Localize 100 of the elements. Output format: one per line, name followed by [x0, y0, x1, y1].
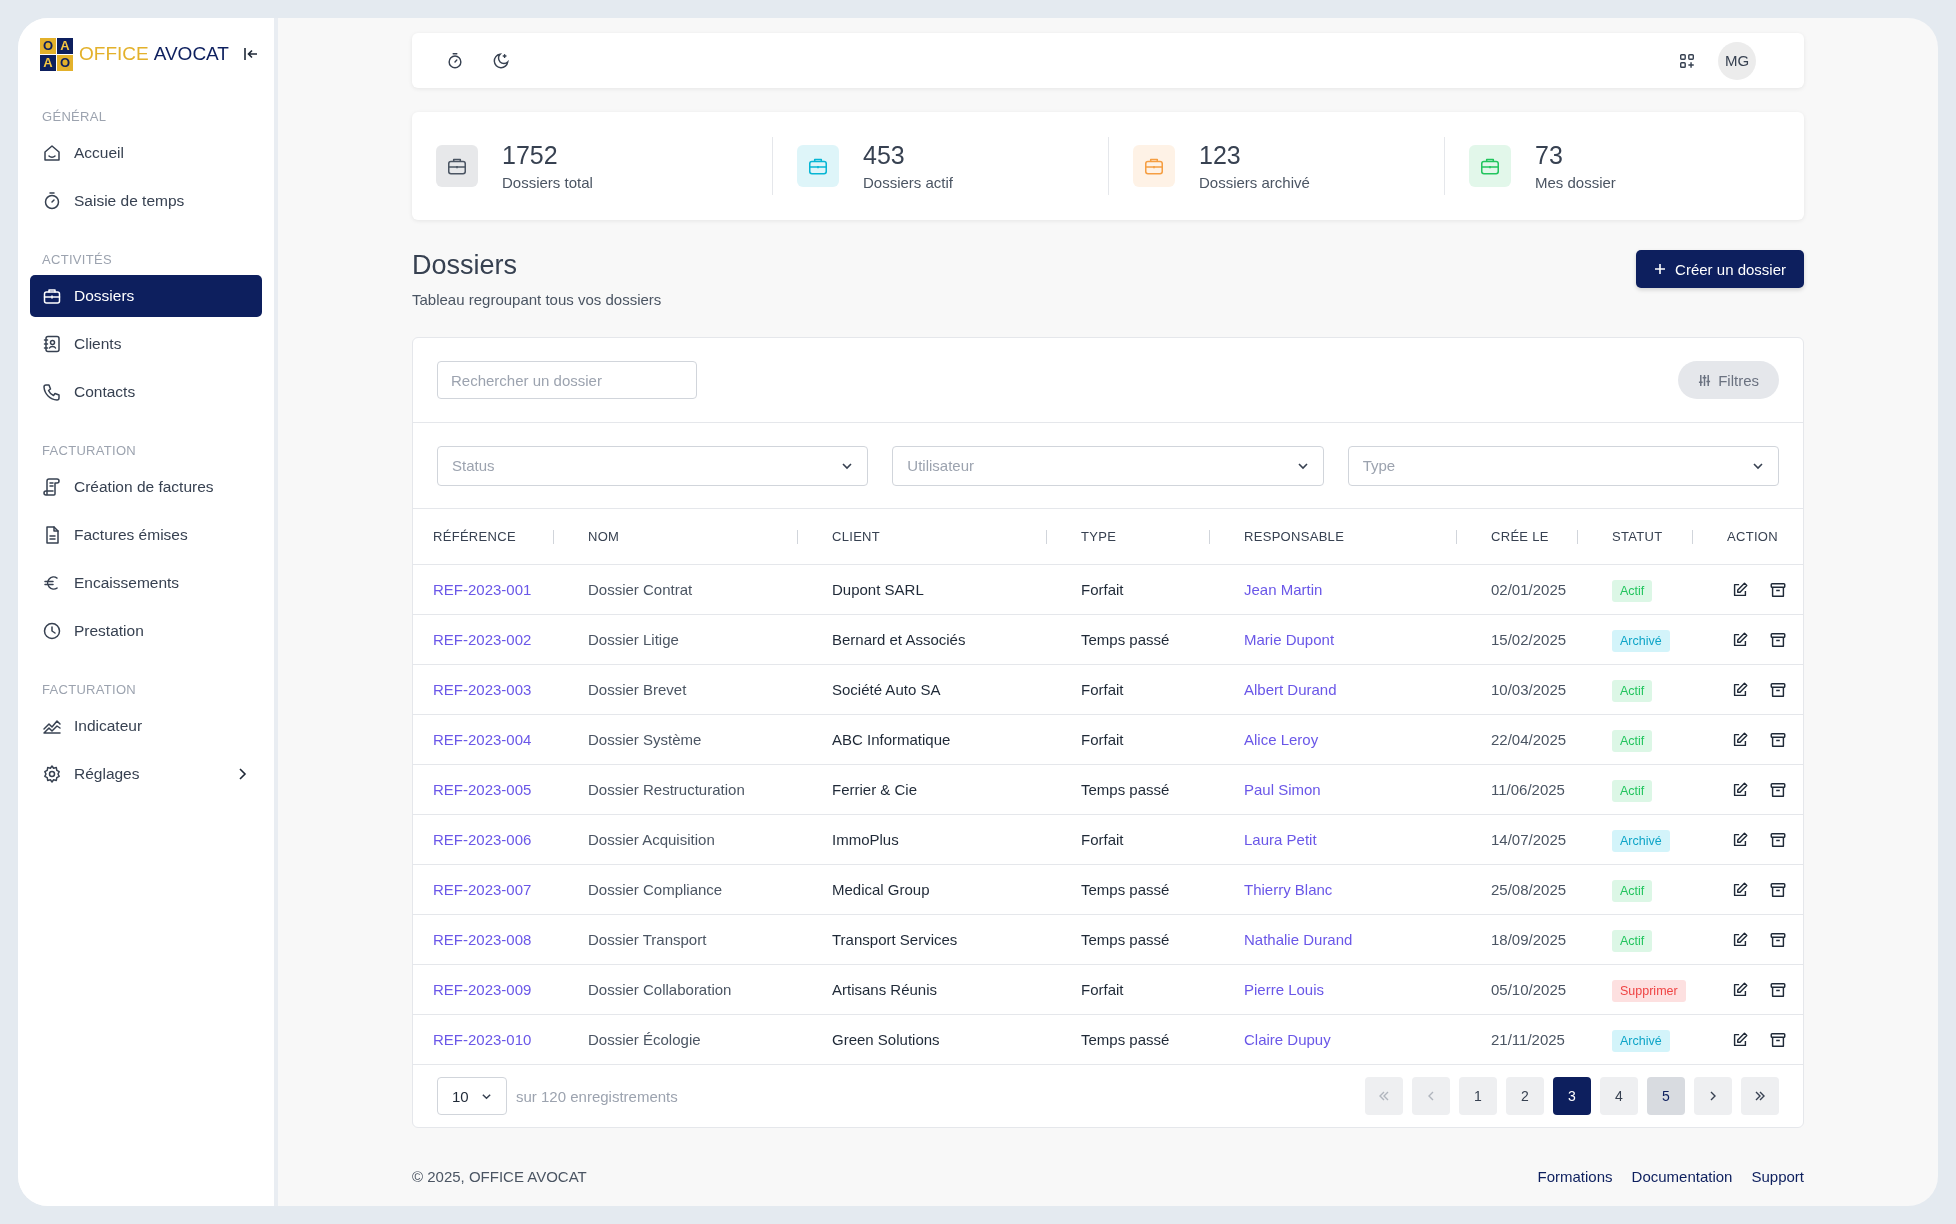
sidebar-item[interactable]: Indicateur — [30, 705, 262, 747]
sidebar-item[interactable]: Clients — [30, 323, 262, 365]
page-button[interactable]: 5 — [1647, 1077, 1685, 1115]
reference-link[interactable]: REF-2023-002 — [433, 631, 532, 648]
archive-icon[interactable] — [1769, 980, 1787, 999]
reference-link[interactable]: REF-2023-006 — [433, 831, 532, 848]
reference-link[interactable]: REF-2023-001 — [433, 581, 532, 598]
sidebar-item[interactable]: Factures émises — [30, 514, 262, 556]
logo-word: OFFICE — [79, 43, 149, 65]
table-cell: ImmoPlus — [832, 831, 899, 848]
responsable-link[interactable]: Laura Petit — [1244, 831, 1317, 848]
column-header: RESPONSABLE — [1244, 529, 1345, 544]
edit-icon[interactable] — [1731, 730, 1749, 749]
archive-icon[interactable] — [1769, 680, 1787, 699]
archive-icon[interactable] — [1769, 630, 1787, 649]
stopwatch-icon[interactable] — [446, 51, 464, 70]
table-cell: 10/03/2025 — [1491, 681, 1567, 698]
reference-link[interactable]: REF-2023-004 — [433, 731, 532, 748]
responsable-link[interactable]: Paul Simon — [1244, 781, 1321, 798]
responsable-link[interactable]: Jean Martin — [1244, 581, 1323, 598]
responsable-link[interactable]: Marie Dupont — [1244, 631, 1335, 648]
table-cell: Bernard et Associés — [832, 631, 966, 648]
footer-link[interactable]: Support — [1751, 1168, 1804, 1185]
collapse-sidebar-icon[interactable] — [243, 46, 259, 62]
page-button[interactable]: 4 — [1600, 1077, 1638, 1115]
responsable-link[interactable]: Nathalie Durand — [1244, 931, 1353, 948]
reference-link[interactable]: REF-2023-010 — [433, 1031, 532, 1048]
archive-icon[interactable] — [1769, 1030, 1787, 1049]
edit-icon[interactable] — [1731, 680, 1749, 699]
edit-icon[interactable] — [1731, 630, 1749, 649]
edit-icon[interactable] — [1731, 980, 1749, 999]
page-subtitle: Tableau regroupant tous vos dossiers — [412, 291, 663, 308]
page-button[interactable]: 1 — [1459, 1077, 1497, 1115]
reference-link[interactable]: REF-2023-009 — [433, 981, 532, 998]
sidebar-item[interactable]: Création de factures — [30, 466, 262, 508]
edit-icon[interactable] — [1731, 1030, 1749, 1049]
table-cell: Dossier Collaboration — [588, 981, 732, 998]
reference-link[interactable]: REF-2023-005 — [433, 781, 532, 798]
column-header: CRÉE LE — [1491, 529, 1549, 544]
edit-icon[interactable] — [1731, 930, 1749, 949]
edit-icon[interactable] — [1731, 830, 1749, 849]
responsable-link[interactable]: Alice Leroy — [1244, 731, 1319, 748]
section-label: FACTURATION — [41, 682, 138, 697]
settings-icon — [42, 764, 62, 784]
table-cell: Forfait — [1081, 581, 1124, 598]
table-cell: Forfait — [1081, 831, 1124, 848]
responsable-link[interactable]: Thierry Blanc — [1244, 881, 1333, 898]
sidebar-item[interactable]: Réglages — [30, 753, 262, 795]
stat-label: Dossiers total — [502, 174, 593, 191]
sidebar-item[interactable]: Encaissements — [30, 562, 262, 604]
table-cell: Artisans Réunis — [832, 981, 938, 998]
archive-icon[interactable] — [1769, 880, 1787, 899]
table-cell: 25/08/2025 — [1491, 881, 1567, 898]
edit-icon[interactable] — [1731, 780, 1749, 799]
sidebar-item[interactable]: Saisie de temps — [30, 180, 262, 222]
responsable-link[interactable]: Pierre Louis — [1244, 981, 1325, 998]
search-field[interactable]: Rechercher un dossier — [437, 361, 697, 399]
archive-icon[interactable] — [1769, 730, 1787, 749]
copyright-text: © 2025, OFFICE AVOCAT — [412, 1168, 587, 1185]
reference-link[interactable]: REF-2023-008 — [433, 931, 532, 948]
status-badge: Archivé — [1612, 630, 1670, 652]
logo-word: AVOCAT — [153, 43, 229, 65]
column-header: NOM — [588, 529, 620, 544]
moon-icon[interactable] — [492, 51, 510, 70]
table-cell: 22/04/2025 — [1491, 731, 1567, 748]
create-folder-button[interactable]: Créer un dossier — [1636, 250, 1804, 288]
archive-icon[interactable] — [1769, 780, 1787, 799]
archive-icon[interactable] — [1769, 580, 1787, 599]
responsable-link[interactable]: Albert Durand — [1244, 681, 1337, 698]
reference-link[interactable]: REF-2023-003 — [433, 681, 532, 698]
apps-icon[interactable] — [1678, 51, 1696, 70]
table-cell: Dossier Litige — [588, 631, 679, 648]
user-avatar[interactable]: MG — [1718, 41, 1756, 80]
responsable-link[interactable]: Claire Dupuy — [1244, 1031, 1331, 1048]
column-header: RÉFÉRENCE — [433, 529, 516, 544]
edit-icon[interactable] — [1731, 580, 1749, 599]
table-cell: Dossier Restructuration — [588, 781, 745, 798]
table-cell: Société Auto SA — [832, 681, 941, 698]
stat-label: Dossiers actif — [863, 174, 954, 191]
page-button[interactable]: 3 — [1553, 1077, 1591, 1115]
archive-icon[interactable] — [1769, 930, 1787, 949]
page-size-dropdown[interactable]: 10 — [437, 1077, 507, 1115]
archive-icon[interactable] — [1769, 830, 1787, 849]
double-chevron-right-icon — [1754, 1090, 1766, 1102]
sidebar-item[interactable]: Accueil — [30, 132, 262, 174]
footer-link[interactable]: Documentation — [1631, 1168, 1733, 1185]
table-cell: Ferrier & Cie — [832, 781, 917, 798]
sidebar-item[interactable]: Prestation — [30, 610, 262, 652]
stat-label: Dossiers archivé — [1199, 174, 1310, 191]
sidebar-item[interactable]: Dossiers — [30, 275, 262, 317]
page-button[interactable]: 2 — [1506, 1077, 1544, 1115]
filters-button[interactable]: Filtres — [1678, 361, 1779, 399]
sidebar-item[interactable]: Contacts — [30, 371, 262, 413]
page-title: Dossiers — [412, 250, 519, 281]
clock-icon — [42, 621, 62, 641]
reference-link[interactable]: REF-2023-007 — [433, 881, 532, 898]
table-cell: Temps passé — [1081, 881, 1170, 898]
edit-icon[interactable] — [1731, 880, 1749, 899]
column-header: CLIENT — [832, 529, 881, 544]
footer-link[interactable]: Formations — [1537, 1168, 1613, 1185]
